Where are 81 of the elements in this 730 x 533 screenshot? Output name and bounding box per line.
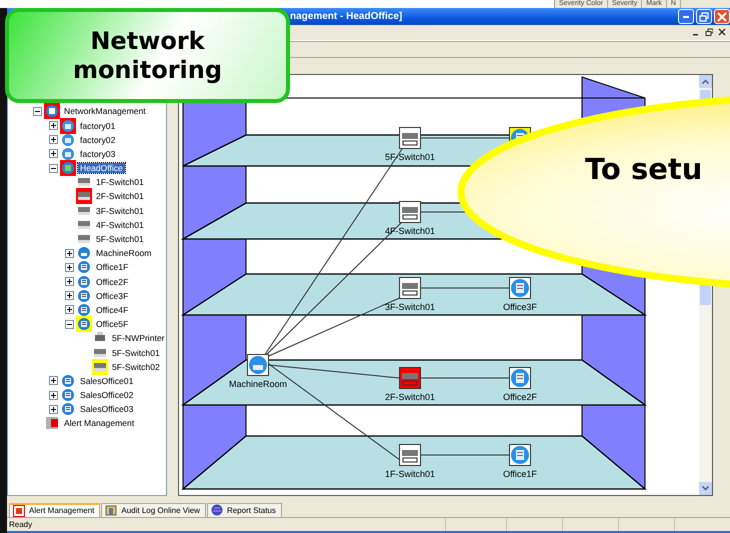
- minimize-icon: [683, 16, 689, 18]
- node-label: 1F-Switch01: [384, 469, 436, 480]
- tree-item[interactable]: HeadOffice: [78, 163, 125, 174]
- tree-item[interactable]: Office4F: [94, 304, 130, 315]
- callout-text: To setu: [585, 152, 702, 186]
- expander-icon[interactable]: [65, 320, 74, 329]
- tree-item[interactable]: Office5F: [94, 319, 130, 330]
- switch-icon[interactable]: [399, 277, 421, 300]
- alert-icon: [45, 416, 59, 430]
- office-icon: [61, 388, 75, 402]
- tree-item[interactable]: 5F-Switch01: [94, 234, 146, 244]
- tree-item[interactable]: Office1F: [94, 262, 130, 272]
- tree-item[interactable]: factory02: [78, 134, 118, 145]
- tree-item[interactable]: 5F-NWPrinter: [110, 333, 167, 344]
- minimize-button[interactable]: [678, 9, 694, 24]
- expander-icon[interactable]: [49, 149, 58, 158]
- expander-icon[interactable]: [65, 277, 74, 286]
- switch-icon[interactable]: [399, 367, 421, 390]
- alert-icon: [13, 504, 25, 517]
- expander-icon[interactable]: [65, 262, 74, 272]
- tree-item[interactable]: 2F-Switch01: [94, 191, 146, 202]
- office-icon: [61, 374, 75, 388]
- switch-icon[interactable]: [399, 444, 421, 466]
- office-icon: [77, 260, 91, 274]
- tree-item[interactable]: NetworkManagement: [62, 106, 148, 116]
- scroll-down-icon[interactable]: [702, 486, 709, 492]
- expander-icon[interactable]: [49, 376, 58, 386]
- expander-icon[interactable]: [49, 390, 58, 400]
- tree-item[interactable]: 3F-Switch01: [94, 206, 146, 216]
- scroll-up-icon[interactable]: [702, 79, 709, 84]
- expander-icon[interactable]: [49, 164, 58, 173]
- node-label: 2F-Switch01: [384, 392, 436, 402]
- switch-icon: [77, 232, 91, 246]
- node-label: Office1F: [503, 469, 537, 480]
- restore-icon: [705, 28, 713, 36]
- office-icon[interactable]: [509, 277, 531, 300]
- tree-item[interactable]: Office2F: [94, 276, 130, 287]
- close-icon: [717, 12, 727, 22]
- switch-icon[interactable]: [399, 127, 421, 150]
- office-icon: [77, 302, 91, 317]
- status-text: Ready: [8, 520, 34, 529]
- book-icon: [105, 504, 118, 516]
- tree-item[interactable]: 4F-Switch01: [94, 220, 146, 230]
- node-label: Office3F: [503, 302, 537, 312]
- expander-icon[interactable]: [65, 291, 74, 300]
- office-icon: [77, 274, 91, 289]
- tree-item[interactable]: factory01: [78, 120, 118, 130]
- office-icon[interactable]: [509, 444, 531, 466]
- expander-icon[interactable]: [65, 305, 74, 314]
- tree-item[interactable]: SalesOffice03: [78, 404, 136, 414]
- tab[interactable]: Report Status: [206, 502, 282, 517]
- switch-icon[interactable]: [399, 201, 421, 224]
- office-icon[interactable]: [509, 367, 531, 390]
- expander-icon[interactable]: [49, 404, 58, 414]
- tree-item[interactable]: factory03: [78, 148, 118, 159]
- expander-icon[interactable]: [65, 248, 74, 258]
- tree-item[interactable]: SalesOffice02: [78, 390, 136, 400]
- office-icon: [61, 402, 75, 416]
- tree-item[interactable]: Office3F: [94, 290, 130, 301]
- tree-item[interactable]: MachineRoom: [94, 248, 154, 258]
- close-button[interactable]: [714, 9, 730, 24]
- window-title: nagement - HeadOffice]: [290, 11, 404, 22]
- node-label: MachineRoom: [228, 379, 288, 390]
- node-label: Office2F: [503, 392, 537, 402]
- callout-tooltip: Network monitoring: [5, 8, 290, 103]
- close-icon: [718, 28, 726, 36]
- close-button[interactable]: [716, 26, 728, 38]
- tree-item[interactable]: SalesOffice01: [78, 376, 136, 386]
- tab[interactable]: Alert Management: [9, 502, 100, 517]
- restore-button[interactable]: [696, 9, 712, 24]
- tree-item[interactable]: 1F-Switch01: [94, 177, 146, 188]
- tree-item[interactable]: 5F-Switch02: [110, 362, 162, 372]
- tree-item[interactable]: 5F-Switch01: [110, 348, 162, 358]
- restore-icon: [699, 12, 709, 22]
- expander-icon[interactable]: [49, 121, 58, 130]
- node-label: 3F-Switch01: [384, 302, 436, 312]
- tab[interactable]: Audit Log Online View: [101, 502, 206, 517]
- tree-item[interactable]: Alert Management: [62, 418, 136, 428]
- expander-icon[interactable]: [33, 106, 42, 116]
- expander-icon[interactable]: [49, 135, 58, 144]
- office-icon: [77, 288, 91, 303]
